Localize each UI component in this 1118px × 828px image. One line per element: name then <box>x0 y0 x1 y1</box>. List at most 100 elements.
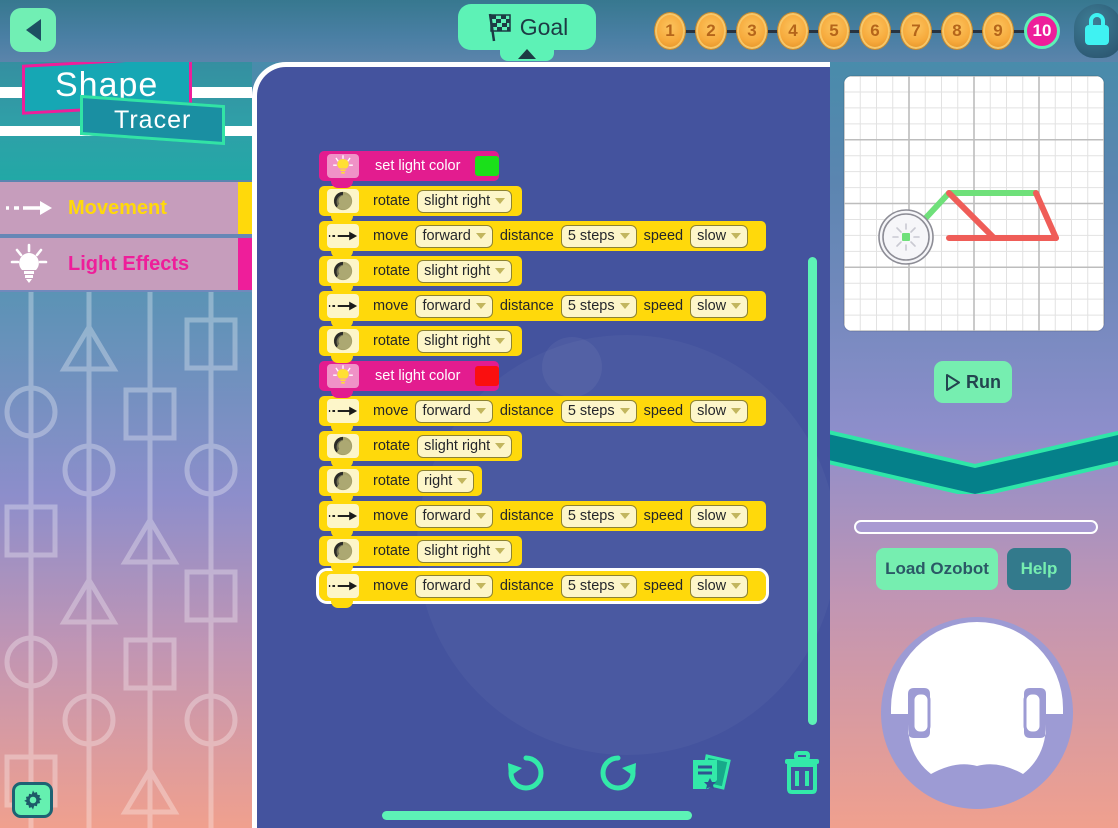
move-distance-dropdown[interactable]: 5 steps <box>560 504 637 528</box>
program-block-move[interactable]: move forward distance 5 steps speed slow <box>319 396 766 433</box>
program-block-rotate[interactable]: rotate slight right <box>319 431 522 468</box>
move-speed-dropdown[interactable]: slow <box>690 399 749 423</box>
rotate-direction-dropdown[interactable]: slight right <box>417 259 513 283</box>
move-speed-dropdown-value: slow <box>697 508 727 524</box>
decorative-shape-pattern <box>4 292 238 828</box>
block-icon-slot <box>327 224 359 248</box>
move-arrow-icon <box>328 581 358 591</box>
locked-level-indicator[interactable] <box>1074 4 1118 58</box>
sidebar-category-light-effects[interactable]: Light Effects <box>0 238 252 290</box>
level-button-5[interactable]: 5 <box>819 13 849 49</box>
move-speed-dropdown[interactable]: slow <box>690 224 749 248</box>
undo-icon[interactable] <box>502 748 550 796</box>
move-distance-dropdown[interactable]: 5 steps <box>560 574 637 598</box>
chevron-down-icon <box>475 233 486 239</box>
block-keyword: speed <box>643 578 684 594</box>
level-selector[interactable]: 1 2 3 4 5 6 7 8 9 10 <box>655 12 1071 50</box>
program-workspace[interactable]: set light color rotate slight right move for… <box>252 62 830 828</box>
rotate-direction-dropdown[interactable]: slight right <box>417 329 513 353</box>
back-button[interactable] <box>10 8 56 52</box>
chevron-down-icon <box>495 268 506 274</box>
settings-button[interactable] <box>12 782 53 818</box>
program-block-light[interactable]: set light color <box>319 361 499 398</box>
category-accent-bar <box>238 238 252 290</box>
block-keyword: distance <box>499 228 554 244</box>
move-distance-dropdown[interactable]: 5 steps <box>560 224 637 248</box>
goal-button[interactable]: Goal <box>458 4 596 50</box>
program-block-light[interactable]: set light color <box>319 151 499 188</box>
rotate-direction-dropdown[interactable]: slight right <box>417 434 513 458</box>
rotate-icon <box>333 331 353 351</box>
rotate-direction-dropdown-value: right <box>424 473 453 489</box>
move-direction-dropdown[interactable]: forward <box>415 504 493 528</box>
program-block-move[interactable]: move forward distance 5 steps speed slow <box>319 501 766 538</box>
level-button-2[interactable]: 2 <box>696 13 726 49</box>
sidebar-pattern-area <box>0 292 252 828</box>
chevron-down-icon <box>495 198 506 204</box>
program-block-rotate[interactable]: rotate slight right <box>319 186 522 223</box>
program-block-move[interactable]: move forward distance 5 steps speed slow <box>316 568 769 608</box>
rotate-direction-dropdown-value: slight right <box>424 438 491 454</box>
workspace-vertical-scrollbar[interactable] <box>808 257 817 725</box>
level-button-6[interactable]: 6 <box>860 13 890 49</box>
move-direction-dropdown[interactable]: forward <box>415 574 493 598</box>
program-block-rotate[interactable]: rotate slight right <box>319 536 522 573</box>
move-distance-dropdown[interactable]: 5 steps <box>560 294 637 318</box>
program-block-move[interactable]: move forward distance 5 steps speed slow <box>319 221 766 258</box>
goal-chip-tail <box>500 47 554 61</box>
program-block-rotate[interactable]: rotate slight right <box>319 326 522 363</box>
simulation-canvas[interactable] <box>844 76 1104 331</box>
top-bar: Goal 1 2 3 4 5 6 7 8 9 10 <box>0 0 1118 62</box>
light-color-swatch[interactable] <box>475 156 499 176</box>
sidebar-category-movement[interactable]: Movement <box>0 182 252 234</box>
chevron-down-icon <box>495 338 506 344</box>
level-button-7[interactable]: 7 <box>901 13 931 49</box>
trash-icon[interactable] <box>778 748 826 796</box>
lightbulb-icon <box>333 155 353 174</box>
help-button[interactable]: Help <box>1007 548 1071 590</box>
move-distance-dropdown[interactable]: 5 steps <box>560 399 637 423</box>
program-block-move[interactable]: move forward distance 5 steps speed slow <box>319 291 766 328</box>
duplicate-icon[interactable] <box>686 748 734 796</box>
rotate-direction-dropdown[interactable]: right <box>417 469 475 493</box>
rotate-icon <box>333 436 353 456</box>
chevron-down-icon <box>475 583 486 589</box>
program-name-input[interactable] <box>854 520 1098 534</box>
move-speed-dropdown-value: slow <box>697 298 727 314</box>
move-direction-dropdown[interactable]: forward <box>415 294 493 318</box>
rotate-direction-dropdown[interactable]: slight right <box>417 539 513 563</box>
move-speed-dropdown[interactable]: slow <box>690 294 749 318</box>
load-ozobot-button[interactable]: Load Ozobot <box>876 548 998 590</box>
block-connector-notch <box>331 250 353 258</box>
move-speed-dropdown[interactable]: slow <box>690 574 749 598</box>
level-button-8[interactable]: 8 <box>942 13 972 49</box>
app-title-line2: Tracer <box>113 105 192 134</box>
move-direction-dropdown[interactable]: forward <box>415 399 493 423</box>
workspace-horizontal-scrollbar[interactable] <box>382 811 692 820</box>
program-block-rotate[interactable]: rotate slight right <box>319 256 522 293</box>
chevron-down-icon <box>619 513 630 519</box>
block-stack[interactable]: set light color rotate slight right move for… <box>316 151 769 608</box>
level-button-4[interactable]: 4 <box>778 13 808 49</box>
program-block-rotate[interactable]: rotate right <box>319 466 482 503</box>
level-button-3[interactable]: 3 <box>737 13 767 49</box>
block-keyword: set light color <box>375 368 461 384</box>
light-color-swatch[interactable] <box>475 366 499 386</box>
move-direction-dropdown-value: forward <box>422 403 471 419</box>
level-button-1[interactable]: 1 <box>655 13 685 49</box>
block-connector-notch <box>331 285 353 293</box>
level-button-10[interactable]: 10 <box>1024 13 1060 49</box>
block-connector-notch <box>331 530 353 538</box>
checkered-flag-icon <box>488 13 511 42</box>
run-button[interactable]: Run <box>934 361 1012 403</box>
block-keyword: move <box>373 298 409 314</box>
move-distance-dropdown-value: 5 steps <box>567 578 615 594</box>
chevron-decoration <box>830 430 1118 494</box>
rotate-direction-dropdown[interactable]: slight right <box>417 189 513 213</box>
level-button-9[interactable]: 9 <box>983 13 1013 49</box>
move-speed-dropdown[interactable]: slow <box>690 504 749 528</box>
redo-icon[interactable] <box>594 748 642 796</box>
move-distance-dropdown-value: 5 steps <box>567 403 615 419</box>
chevron-down-icon <box>731 303 742 309</box>
move-direction-dropdown[interactable]: forward <box>415 224 493 248</box>
